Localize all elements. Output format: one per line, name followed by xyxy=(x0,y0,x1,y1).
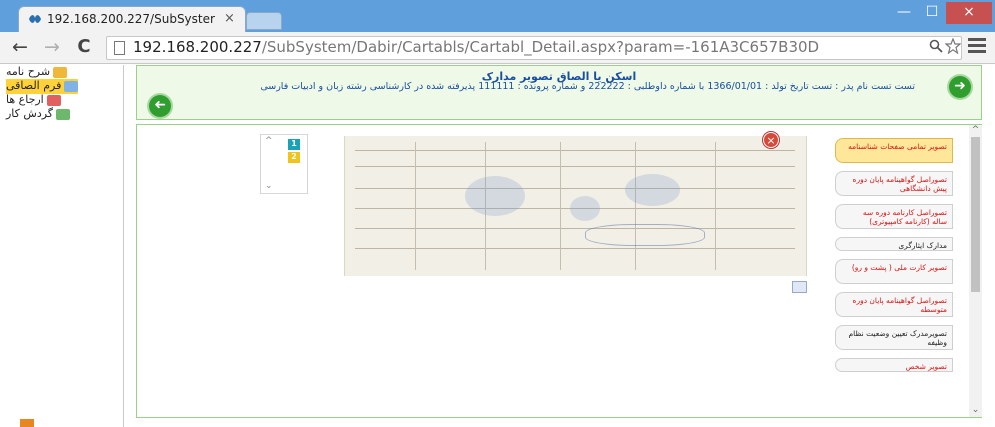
site-favicon-icon xyxy=(29,15,41,23)
browser-toolbar: ← → C 192.168.200.227/SubSystem/Dabir/Ca… xyxy=(0,32,995,64)
browser-tab[interactable]: 192.168.200.227/SubSyster × xyxy=(18,6,246,32)
arrow-left-icon[interactable]: ➜ xyxy=(149,95,171,117)
refer-icon xyxy=(46,94,61,106)
doc-item-national-id-card[interactable]: تصویر کارت ملی ( پشت و رو) xyxy=(835,259,953,284)
sidebar-item-attachment-form[interactable]: فرم الصاقی xyxy=(6,79,79,94)
doc-item-veteran-documents[interactable]: مدارک ایثارگری xyxy=(835,237,953,251)
thumb-scroll-up-icon[interactable]: ^ xyxy=(265,136,273,146)
form-icon xyxy=(64,80,79,92)
document-column-line xyxy=(715,142,716,270)
thumb-scroll-down-icon[interactable]: ⌄ xyxy=(265,181,273,191)
document-rule-line xyxy=(355,166,795,167)
viewer-panel: ^ 1 2 ⌄ × تصویر تمامی صفحات شناسنامه تصو… xyxy=(136,124,982,418)
document-rule-line xyxy=(355,248,795,249)
header-panel: اسکن یا الصاق تصویر مدارک تست تست نام پد… xyxy=(136,65,982,120)
exit-icon[interactable] xyxy=(20,419,34,427)
thumbnail-1[interactable]: 1 xyxy=(288,139,300,150)
forward-button[interactable]: → xyxy=(40,36,64,60)
document-column-line xyxy=(560,142,561,270)
reload-button[interactable]: C xyxy=(72,36,96,60)
sidebar-item-label: فرم الصاقی xyxy=(6,79,62,92)
window-close-button[interactable]: × xyxy=(946,2,992,24)
note-icon xyxy=(53,66,68,78)
sidebar: شرح نامه فرم الصاقی ارجاع ها گردش کار xyxy=(0,65,124,427)
doc-item-military-status[interactable]: تصویرمدرک تعیین وضعیت نظام وظیفه xyxy=(835,325,953,350)
url-path: /SubSystem/Dabir/Cartabls/Cartabl_Detail… xyxy=(261,38,820,56)
sidebar-item-referrals[interactable]: ارجاع ها xyxy=(6,93,61,108)
close-icon[interactable]: × xyxy=(763,132,779,148)
maximize-button[interactable]: ☐ xyxy=(918,2,946,24)
sidebar-item-letter-description[interactable]: شرح نامه xyxy=(6,65,68,80)
doc-item-birth-certificate[interactable]: تصویر تمامی صفحات شناسنامه xyxy=(835,138,953,163)
tab-title: 192.168.200.227/SubSyster xyxy=(47,12,215,26)
doc-item-pre-university-certificate[interactable]: تصوراصل گواهینامه پایان دوره پیش دانشگاه… xyxy=(835,171,953,196)
arrow-right-icon[interactable]: ➜ xyxy=(949,76,971,98)
url-text[interactable]: 192.168.200.227/SubSystem/Dabir/Cartabls… xyxy=(133,38,928,56)
scanned-document-image xyxy=(344,136,807,276)
scroll-up-icon[interactable]: ^ xyxy=(970,125,981,137)
doc-item-high-school-diploma[interactable]: تصوراصل گواهینامه پایان دوره متوسطه xyxy=(835,292,953,317)
back-button[interactable]: ← xyxy=(8,36,32,60)
vertical-scrollbar[interactable]: ^ ⌄ xyxy=(969,125,982,417)
bookmark-star-icon[interactable] xyxy=(945,38,961,54)
stamp-mark xyxy=(625,174,680,206)
search-icon[interactable] xyxy=(929,39,943,53)
workflow-icon xyxy=(56,108,71,120)
doc-item-personal-photo[interactable]: تصویر شخص xyxy=(835,358,953,372)
document-rule-line xyxy=(355,188,795,189)
document-type-list: تصویر تمامی صفحات شناسنامه تصوراصل گواهی… xyxy=(835,138,953,380)
document-column-line xyxy=(635,142,636,270)
student-info-text: تست تست نام پدر : تست تاریخ تولد : 1366/… xyxy=(260,81,915,92)
browser-menu-icon[interactable] xyxy=(968,38,986,56)
page-icon xyxy=(114,41,125,55)
browser-titlebar: 192.168.200.227/SubSyster × — ☐ × xyxy=(0,0,995,32)
doc-item-three-year-transcript[interactable]: تصوراصل کارنامه دوره سه ساله (کارنامه کا… xyxy=(835,204,953,229)
tab-close-icon[interactable]: × xyxy=(224,11,235,26)
scroll-thumb[interactable] xyxy=(971,137,980,292)
thumbnail-list[interactable]: ^ 1 2 ⌄ xyxy=(260,134,308,194)
signature-mark xyxy=(585,224,705,246)
scroll-down-icon[interactable]: ⌄ xyxy=(970,405,981,417)
document-rule-line xyxy=(355,150,795,151)
sidebar-item-label: گردش کار xyxy=(6,107,54,120)
minimize-button[interactable]: — xyxy=(890,2,918,24)
document-rule-line xyxy=(355,228,795,229)
sidebar-item-workflow[interactable]: گردش کار xyxy=(6,107,71,122)
print-icon[interactable] xyxy=(792,281,807,293)
new-tab-button[interactable] xyxy=(246,12,282,30)
url-host: 192.168.200.227 xyxy=(133,38,262,56)
page-content: شرح نامه فرم الصاقی ارجاع ها گردش کار اس… xyxy=(0,65,995,427)
stamp-mark xyxy=(465,176,525,216)
document-column-line xyxy=(415,142,416,270)
address-bar[interactable]: 192.168.200.227/SubSystem/Dabir/Cartabls… xyxy=(106,36,962,60)
sidebar-item-label: ارجاع ها xyxy=(6,93,44,106)
thumbnail-2[interactable]: 2 xyxy=(288,152,300,163)
stamp-mark xyxy=(570,196,600,221)
sidebar-item-label: شرح نامه xyxy=(6,65,51,78)
